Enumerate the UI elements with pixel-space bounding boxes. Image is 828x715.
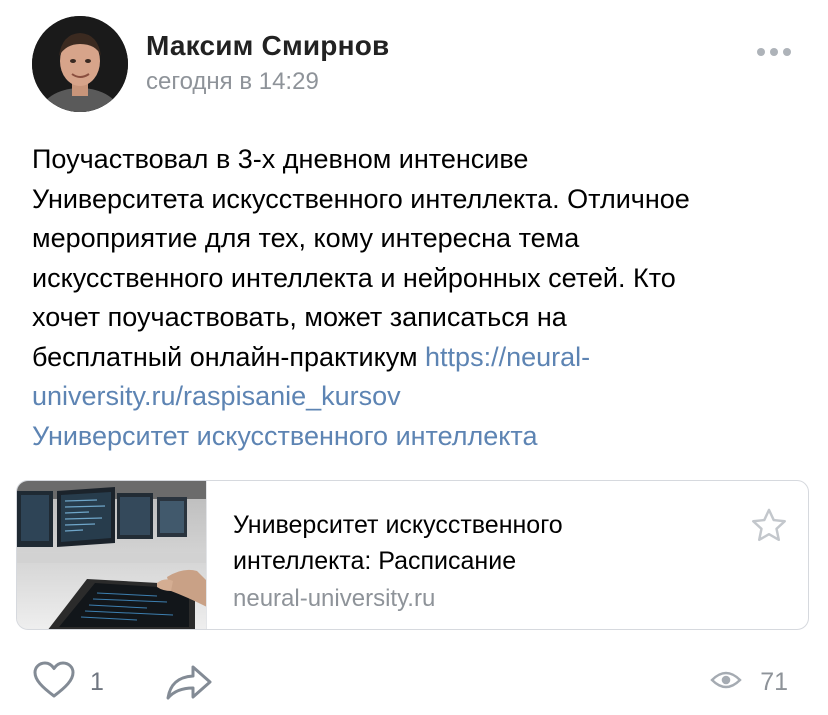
- attachment-title-line: Университет искусственного: [233, 511, 563, 539]
- course-url-link[interactable]: https://neural-: [425, 342, 590, 372]
- views-count: 71: [760, 667, 788, 696]
- text-line: искусственного интеллекта и нейронных се…: [32, 262, 676, 293]
- course-url-link-continued[interactable]: university.ru/raspisanie_kursov: [32, 381, 401, 411]
- wall-post: Максим Смирнов сегодня в 14:29 Поучаство…: [0, 0, 828, 715]
- text-line: university.ru/raspisanie_kursov: [32, 377, 802, 417]
- text-line: Поучаствовал в 3-х дневном интенсиве: [32, 144, 529, 174]
- attachment-title: Университет искусственного интеллекта: Р…: [233, 507, 713, 579]
- avatar[interactable]: [32, 16, 128, 112]
- avatar-photo: [32, 16, 128, 112]
- more-dots-icon[interactable]: [752, 40, 796, 64]
- share-arrow-icon[interactable]: [164, 662, 214, 702]
- university-mention-link[interactable]: Университет искусственного интеллекта: [32, 421, 537, 451]
- author-name[interactable]: Максим Смирнов: [146, 30, 389, 62]
- post-text: Поучаствовал в 3-х дневном интенсиве Уни…: [32, 140, 802, 456]
- post-timestamp[interactable]: сегодня в 14:29: [146, 68, 319, 96]
- link-attachment-card[interactable]: Университет искусственного интеллекта: Р…: [16, 480, 809, 630]
- text-line: бесплатный онлайн-практикум https://neur…: [32, 338, 802, 378]
- post-header: Максим Смирнов сегодня в 14:29: [32, 16, 796, 112]
- eye-icon: [710, 669, 742, 696]
- text-line-prefix: бесплатный онлайн-практикум: [32, 341, 426, 372]
- attachment-title-line: интеллекта: Расписание: [233, 547, 517, 575]
- text-line: мероприятие для тех, кому интересна тема: [32, 223, 580, 253]
- like-count: 1: [90, 667, 104, 696]
- laptop-code-photo: [17, 481, 207, 629]
- attachment-domain: neural-university.ru: [233, 585, 436, 612]
- text-line: Университет искусственного интеллекта: [32, 417, 802, 457]
- text-line: Университета искусственного интеллекта. …: [32, 183, 690, 214]
- text-line: хочет поучаствовать, может записаться на: [32, 302, 567, 332]
- views-counter: 71: [710, 662, 788, 702]
- heart-icon: [32, 660, 76, 705]
- like-button[interactable]: 1: [32, 660, 104, 705]
- post-actions: 1 71: [32, 656, 796, 708]
- star-icon[interactable]: [748, 505, 790, 547]
